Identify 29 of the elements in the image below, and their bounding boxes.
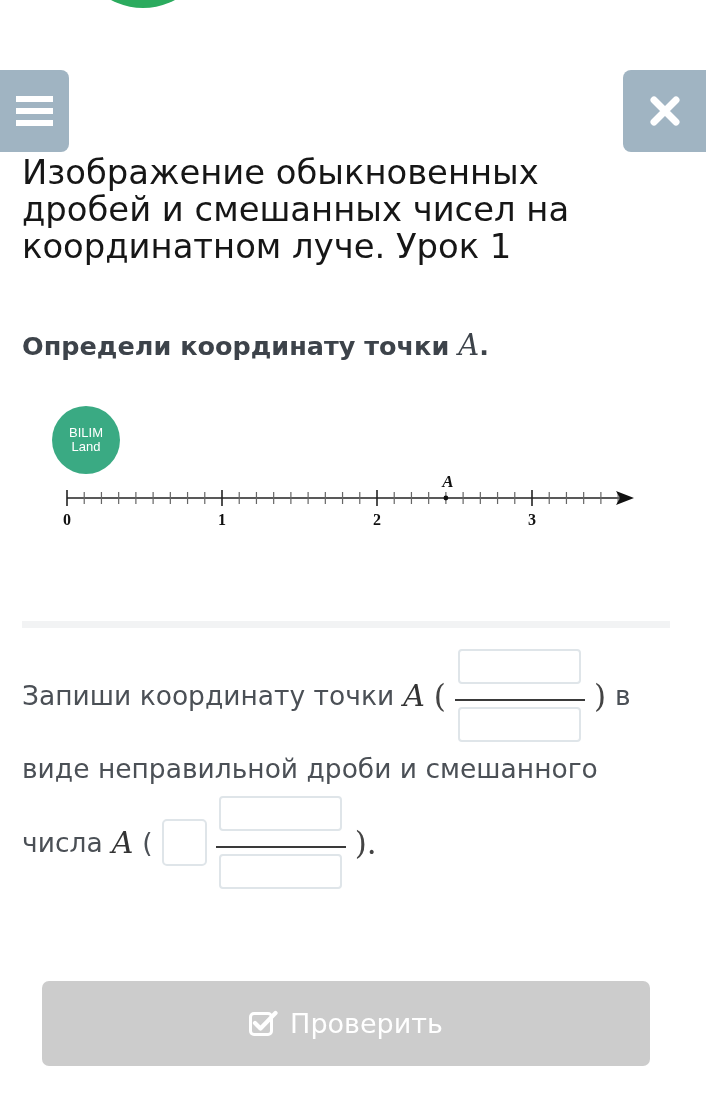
logo-badge: BILIM Land	[52, 406, 120, 474]
point-name: A	[111, 823, 134, 862]
close-button[interactable]	[623, 70, 706, 152]
numerator-field[interactable]	[458, 649, 582, 684]
question-text: Определи координату точки A.	[22, 329, 490, 362]
answer-text: виде неправильной дроби и смешанного	[22, 752, 598, 786]
parenthesis: )	[593, 676, 606, 715]
close-icon	[649, 96, 680, 126]
parenthesis: (	[433, 676, 446, 715]
point-dot-icon	[443, 495, 449, 501]
point-label: A	[442, 474, 454, 491]
menu-button[interactable]	[0, 70, 69, 152]
denominator-field[interactable]	[458, 707, 582, 742]
answer-text: (	[142, 825, 153, 860]
answer-text: в	[615, 678, 631, 713]
point-name: A	[403, 676, 425, 715]
menu-icon	[16, 96, 53, 126]
tick-label: 1	[218, 511, 226, 528]
parenthesis: ).	[354, 823, 377, 862]
answer-text: числа	[22, 825, 103, 860]
tick-label: 2	[373, 511, 381, 528]
denominator-field[interactable]	[219, 854, 343, 889]
whole-part-field[interactable]	[161, 819, 207, 866]
tick-label: 0	[63, 511, 71, 528]
tick-label: 3	[528, 511, 536, 528]
answer-text: Запиши координату точки	[22, 678, 395, 713]
check-square-icon	[249, 1010, 279, 1037]
numerator-field[interactable]	[219, 796, 343, 831]
lesson-title: Изображение обыкновенных дробей и смешанных чисел на координатном луче. Урок 1	[22, 154, 571, 265]
